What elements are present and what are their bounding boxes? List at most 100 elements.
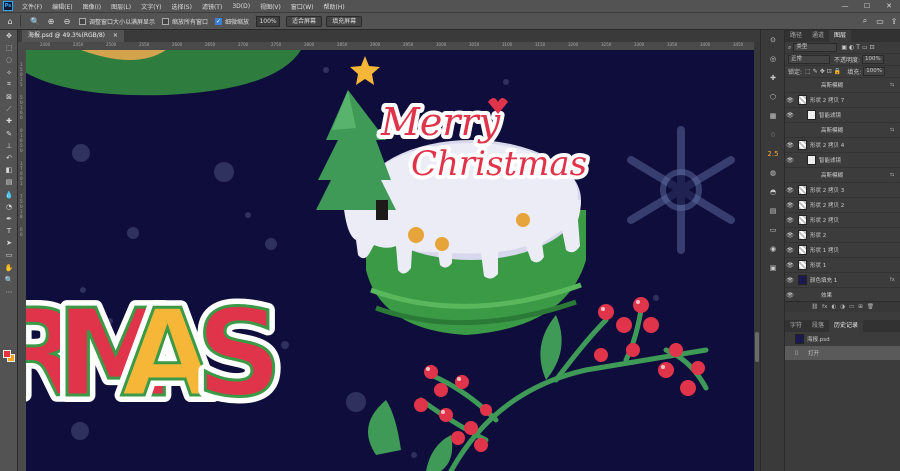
menu-3d[interactable]: 3D(D) xyxy=(227,3,255,10)
swatches-panel-icon[interactable]: ◎ xyxy=(761,49,785,68)
mask-icon[interactable]: ◐ xyxy=(831,304,836,310)
layer-row[interactable]: 高斯模糊 ⇆ xyxy=(785,78,900,93)
search-icon[interactable]: ⌕ xyxy=(859,15,871,27)
visibility-eye-icon[interactable]: 👁 xyxy=(785,277,795,284)
magic-wand-tool-icon[interactable]: ✧ xyxy=(0,67,18,79)
kind-filter-dropdown[interactable]: 类型 xyxy=(793,43,838,52)
zoom-out-icon[interactable]: ⊖ xyxy=(61,15,73,27)
visibility-eye-icon[interactable]: 👁 xyxy=(785,202,795,209)
document-tab[interactable]: 海报.psd @ 49.3%(RGB/8) × xyxy=(22,30,124,42)
layer-row[interactable]: 👁 形状 2 拷贝 4 xyxy=(785,138,900,153)
share-icon[interactable]: ⇪ xyxy=(888,15,900,27)
tab-channels[interactable]: 通道 xyxy=(807,30,829,42)
brushes-panel-icon[interactable]: ✚ xyxy=(761,68,785,87)
tab-character[interactable]: 字符 xyxy=(785,320,807,332)
workspace-icon[interactable]: ▭ xyxy=(874,15,886,27)
dodge-tool-icon[interactable]: ◔ xyxy=(0,201,18,213)
type-tool-icon[interactable]: T xyxy=(0,225,18,237)
blur-tool-icon[interactable]: 💧 xyxy=(0,188,18,200)
visibility-eye-icon[interactable]: 👁 xyxy=(785,187,795,194)
visibility-eye-icon[interactable]: 👁 xyxy=(785,112,795,119)
marquee-tool-icon[interactable]: ⬚ xyxy=(0,42,18,54)
filter-type-icons[interactable]: ▣◐T▭⊡ xyxy=(841,44,876,51)
close-button[interactable]: ✕ xyxy=(878,0,900,12)
layer-row[interactable]: 👁 形状 2 拷贝 3 xyxy=(785,183,900,198)
tab-layers[interactable]: 图层 xyxy=(829,30,852,42)
shape-tool-icon[interactable]: ▭ xyxy=(0,249,18,261)
home-icon[interactable]: ⌂ xyxy=(4,15,16,27)
gradient-tool-icon[interactable]: ▤ xyxy=(0,176,18,188)
visibility-eye-icon[interactable]: 👁 xyxy=(785,247,795,254)
scrubby-zoom-checkbox[interactable]: ✓ 细微缩放 xyxy=(215,17,249,26)
visibility-eye-icon[interactable]: 👁 xyxy=(785,142,795,149)
libraries-panel-icon[interactable]: ▦ xyxy=(761,106,785,125)
history-step-open[interactable]: ▯ 打开 xyxy=(785,346,900,360)
styles-panel-icon[interactable]: ◍ xyxy=(761,163,785,182)
stamp-tool-icon[interactable]: ⊥ xyxy=(0,140,18,152)
tab-paragraph[interactable]: 段落 xyxy=(807,320,829,332)
blend-mode-dropdown[interactable]: 正常 xyxy=(788,55,830,64)
menu-type[interactable]: 文字(Y) xyxy=(136,2,166,11)
visibility-eye-icon[interactable]: 👁 xyxy=(785,292,795,299)
layer-row[interactable]: 👁 颜色填充 1 fx xyxy=(785,273,900,288)
eraser-tool-icon[interactable]: ◧ xyxy=(0,164,18,176)
layer-row[interactable]: 👁 形状 2 拷贝 2 xyxy=(785,198,900,213)
layer-row[interactable]: 👁 智能滤镜 xyxy=(785,108,900,123)
fill-field[interactable]: 100% xyxy=(863,67,886,76)
menu-help[interactable]: 帮助(H) xyxy=(319,2,350,11)
document-canvas[interactable]: Merry Merry Christmas Christmas R R M M … xyxy=(26,50,754,471)
menu-file[interactable]: 文件(F) xyxy=(17,2,47,11)
filter-options-icon[interactable]: ⇆ xyxy=(890,172,900,178)
layer-row[interactable]: 👁 形状 2 拷贝 7 xyxy=(785,93,900,108)
layer-row[interactable]: 高斯模糊 ⇆ xyxy=(785,123,900,138)
layer-row[interactable]: 👁 形状 2 拷贝 xyxy=(785,213,900,228)
eyedropper-tool-icon[interactable]: ⟋ xyxy=(0,103,18,115)
move-tool-icon[interactable]: ✥ xyxy=(0,30,18,42)
brush-size-icon[interactable]: 2.5 xyxy=(761,144,785,163)
filter-options-icon[interactable]: ⇆ xyxy=(890,127,900,133)
pen-tool-icon[interactable]: ✒ xyxy=(0,213,18,225)
actions-panel-icon[interactable]: ▣ xyxy=(761,258,785,277)
filter-options-icon[interactable]: ⇆ xyxy=(890,82,900,88)
visibility-eye-icon[interactable]: 👁 xyxy=(785,217,795,224)
fill-screen-button[interactable]: 填充屏幕 xyxy=(326,15,363,27)
visibility-eye-icon[interactable]: 👁 xyxy=(785,157,795,164)
frame-tool-icon[interactable]: ⊠ xyxy=(0,91,18,103)
foreground-color-swatch[interactable] xyxy=(3,350,11,358)
menu-filter[interactable]: 滤镜(T) xyxy=(197,2,227,11)
properties-panel-icon[interactable]: ⬡ xyxy=(761,87,785,106)
layer-row[interactable]: 👁 形状 2 xyxy=(785,228,900,243)
crop-tool-icon[interactable]: ⌗ xyxy=(0,79,18,91)
menu-view[interactable]: 视图(V) xyxy=(255,2,286,11)
new-layer-icon[interactable]: ⊞ xyxy=(858,304,863,310)
zoom-all-windows-checkbox[interactable]: 缩放所有窗口 xyxy=(162,17,208,26)
menu-layer[interactable]: 图层(L) xyxy=(106,2,136,11)
layer-row[interactable]: 👁 形状 1 拷贝 xyxy=(785,243,900,258)
adjustments-panel-icon[interactable]: ♢ xyxy=(761,125,785,144)
maximize-button[interactable]: ☐ xyxy=(856,0,878,12)
hand-tool-icon[interactable]: ✋ xyxy=(0,262,18,274)
layer-row[interactable]: 👁 形状 1 xyxy=(785,258,900,273)
menu-image[interactable]: 图像(I) xyxy=(78,2,106,11)
lasso-tool-icon[interactable]: ◌ xyxy=(0,54,18,66)
zoom-in-icon[interactable]: ⊕ xyxy=(45,15,57,27)
fx-icon[interactable]: fx xyxy=(890,277,900,283)
trash-icon[interactable]: 🗑 xyxy=(867,304,874,310)
layer-row[interactable]: 👁 智能滤镜 xyxy=(785,153,900,168)
tab-history[interactable]: 历史记录 xyxy=(829,320,864,332)
opacity-field[interactable]: 100% xyxy=(862,55,884,64)
visibility-eye-icon[interactable]: 👁 xyxy=(785,232,795,239)
visibility-eye-icon[interactable]: 👁 xyxy=(785,97,795,104)
tab-paths[interactable]: 路径 xyxy=(785,30,807,42)
scrollbar-thumb[interactable] xyxy=(755,332,759,362)
brush-tool-icon[interactable]: ✎ xyxy=(0,128,18,140)
horizontal-ruler[interactable]: 2400 2450 2500 2550 2600 2650 2700 2750 2800 2850… xyxy=(26,42,754,50)
menu-edit[interactable]: 编辑(E) xyxy=(47,2,77,11)
layer-row[interactable]: 高斯模糊 ⇆ xyxy=(785,168,900,183)
path-selection-tool-icon[interactable]: ➤ xyxy=(0,237,18,249)
glyphs-panel-icon[interactable]: ▭ xyxy=(761,220,785,239)
healing-brush-tool-icon[interactable]: ✚ xyxy=(0,115,18,127)
minimize-button[interactable]: — xyxy=(834,0,856,12)
fx-icon[interactable]: fx xyxy=(822,304,827,310)
ruler-origin[interactable] xyxy=(18,42,26,50)
